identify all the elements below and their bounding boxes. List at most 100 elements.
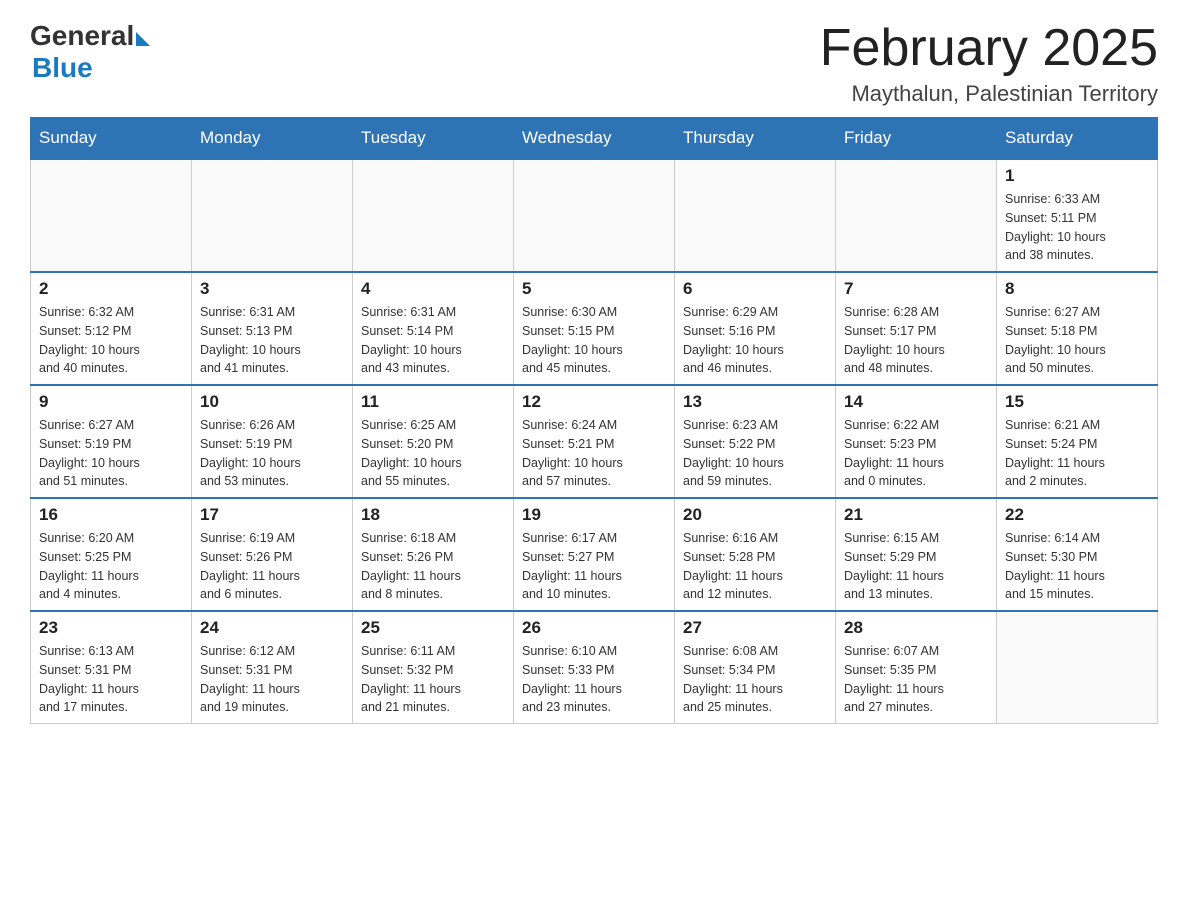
day-info: Sunrise: 6:20 AM Sunset: 5:25 PM Dayligh… (39, 529, 183, 604)
calendar-cell: 21 Sunrise: 6:15 AM Sunset: 5:29 PM Dayli… (836, 498, 997, 611)
day-number: 3 (200, 279, 344, 299)
day-number: 25 (361, 618, 505, 638)
calendar-cell: 7 Sunrise: 6:28 AM Sunset: 5:17 PM Daylig… (836, 272, 997, 385)
calendar-cell (192, 159, 353, 272)
location-title: Maythalun, Palestinian Territory (820, 81, 1158, 107)
month-title: February 2025 (820, 20, 1158, 77)
day-number: 9 (39, 392, 183, 412)
calendar-cell: 20 Sunrise: 6:16 AM Sunset: 5:28 PM Dayli… (675, 498, 836, 611)
day-info: Sunrise: 6:11 AM Sunset: 5:32 PM Dayligh… (361, 642, 505, 717)
calendar-header-friday: Friday (836, 118, 997, 160)
day-info: Sunrise: 6:24 AM Sunset: 5:21 PM Dayligh… (522, 416, 666, 491)
day-info: Sunrise: 6:33 AM Sunset: 5:11 PM Dayligh… (1005, 190, 1149, 265)
calendar-cell: 8 Sunrise: 6:27 AM Sunset: 5:18 PM Daylig… (997, 272, 1158, 385)
day-number: 10 (200, 392, 344, 412)
calendar-week-row-1: 2 Sunrise: 6:32 AM Sunset: 5:12 PM Daylig… (31, 272, 1158, 385)
day-number: 26 (522, 618, 666, 638)
day-info: Sunrise: 6:21 AM Sunset: 5:24 PM Dayligh… (1005, 416, 1149, 491)
day-info: Sunrise: 6:10 AM Sunset: 5:33 PM Dayligh… (522, 642, 666, 717)
calendar-cell: 5 Sunrise: 6:30 AM Sunset: 5:15 PM Daylig… (514, 272, 675, 385)
calendar-cell: 15 Sunrise: 6:21 AM Sunset: 5:24 PM Dayli… (997, 385, 1158, 498)
calendar-cell: 26 Sunrise: 6:10 AM Sunset: 5:33 PM Dayli… (514, 611, 675, 724)
logo-triangle-icon (136, 32, 150, 46)
day-info: Sunrise: 6:25 AM Sunset: 5:20 PM Dayligh… (361, 416, 505, 491)
day-info: Sunrise: 6:16 AM Sunset: 5:28 PM Dayligh… (683, 529, 827, 604)
logo-general-text: General (30, 20, 134, 52)
logo: General Blue (30, 20, 150, 84)
calendar-cell: 25 Sunrise: 6:11 AM Sunset: 5:32 PM Dayli… (353, 611, 514, 724)
day-info: Sunrise: 6:26 AM Sunset: 5:19 PM Dayligh… (200, 416, 344, 491)
day-info: Sunrise: 6:15 AM Sunset: 5:29 PM Dayligh… (844, 529, 988, 604)
calendar-week-row-0: 1 Sunrise: 6:33 AM Sunset: 5:11 PM Daylig… (31, 159, 1158, 272)
day-number: 18 (361, 505, 505, 525)
day-number: 22 (1005, 505, 1149, 525)
calendar-cell (31, 159, 192, 272)
day-info: Sunrise: 6:27 AM Sunset: 5:18 PM Dayligh… (1005, 303, 1149, 378)
calendar-cell: 18 Sunrise: 6:18 AM Sunset: 5:26 PM Dayli… (353, 498, 514, 611)
day-number: 1 (1005, 166, 1149, 186)
day-info: Sunrise: 6:14 AM Sunset: 5:30 PM Dayligh… (1005, 529, 1149, 604)
calendar-header-saturday: Saturday (997, 118, 1158, 160)
day-number: 14 (844, 392, 988, 412)
day-number: 27 (683, 618, 827, 638)
calendar-header-wednesday: Wednesday (514, 118, 675, 160)
calendar-table: SundayMondayTuesdayWednesdayThursdayFrid… (30, 117, 1158, 724)
calendar-cell (514, 159, 675, 272)
day-number: 13 (683, 392, 827, 412)
calendar-header-tuesday: Tuesday (353, 118, 514, 160)
calendar-cell: 27 Sunrise: 6:08 AM Sunset: 5:34 PM Dayli… (675, 611, 836, 724)
calendar-cell: 24 Sunrise: 6:12 AM Sunset: 5:31 PM Dayli… (192, 611, 353, 724)
day-info: Sunrise: 6:07 AM Sunset: 5:35 PM Dayligh… (844, 642, 988, 717)
title-section: February 2025 Maythalun, Palestinian Ter… (820, 20, 1158, 107)
day-info: Sunrise: 6:27 AM Sunset: 5:19 PM Dayligh… (39, 416, 183, 491)
day-info: Sunrise: 6:28 AM Sunset: 5:17 PM Dayligh… (844, 303, 988, 378)
day-number: 20 (683, 505, 827, 525)
calendar-cell: 12 Sunrise: 6:24 AM Sunset: 5:21 PM Dayli… (514, 385, 675, 498)
day-number: 8 (1005, 279, 1149, 299)
calendar-header-monday: Monday (192, 118, 353, 160)
calendar-cell (675, 159, 836, 272)
calendar-cell: 16Sunrise: 6:20 AM Sunset: 5:25 PM Dayli… (31, 498, 192, 611)
logo-blue-text: Blue (32, 52, 93, 83)
calendar-cell: 6 Sunrise: 6:29 AM Sunset: 5:16 PM Daylig… (675, 272, 836, 385)
day-number: 15 (1005, 392, 1149, 412)
day-info: Sunrise: 6:18 AM Sunset: 5:26 PM Dayligh… (361, 529, 505, 604)
day-info: Sunrise: 6:32 AM Sunset: 5:12 PM Dayligh… (39, 303, 183, 378)
calendar-cell: 2 Sunrise: 6:32 AM Sunset: 5:12 PM Daylig… (31, 272, 192, 385)
day-info: Sunrise: 6:12 AM Sunset: 5:31 PM Dayligh… (200, 642, 344, 717)
day-info: Sunrise: 6:13 AM Sunset: 5:31 PM Dayligh… (39, 642, 183, 717)
day-info: Sunrise: 6:31 AM Sunset: 5:13 PM Dayligh… (200, 303, 344, 378)
calendar-week-row-4: 23 Sunrise: 6:13 AM Sunset: 5:31 PM Dayli… (31, 611, 1158, 724)
day-number: 19 (522, 505, 666, 525)
day-info: Sunrise: 6:29 AM Sunset: 5:16 PM Dayligh… (683, 303, 827, 378)
calendar-header-sunday: Sunday (31, 118, 192, 160)
calendar-week-row-3: 16Sunrise: 6:20 AM Sunset: 5:25 PM Dayli… (31, 498, 1158, 611)
calendar-cell: 23 Sunrise: 6:13 AM Sunset: 5:31 PM Dayli… (31, 611, 192, 724)
day-info: Sunrise: 6:31 AM Sunset: 5:14 PM Dayligh… (361, 303, 505, 378)
day-number: 11 (361, 392, 505, 412)
day-info: Sunrise: 6:08 AM Sunset: 5:34 PM Dayligh… (683, 642, 827, 717)
calendar-cell: 14 Sunrise: 6:22 AM Sunset: 5:23 PM Dayli… (836, 385, 997, 498)
day-number: 21 (844, 505, 988, 525)
day-number: 5 (522, 279, 666, 299)
calendar-cell (353, 159, 514, 272)
day-number: 6 (683, 279, 827, 299)
day-number: 23 (39, 618, 183, 638)
day-info: Sunrise: 6:19 AM Sunset: 5:26 PM Dayligh… (200, 529, 344, 604)
day-number: 2 (39, 279, 183, 299)
day-info: Sunrise: 6:22 AM Sunset: 5:23 PM Dayligh… (844, 416, 988, 491)
day-info: Sunrise: 6:17 AM Sunset: 5:27 PM Dayligh… (522, 529, 666, 604)
day-info: Sunrise: 6:30 AM Sunset: 5:15 PM Dayligh… (522, 303, 666, 378)
calendar-cell: 10 Sunrise: 6:26 AM Sunset: 5:19 PM Dayli… (192, 385, 353, 498)
calendar-cell: 28 Sunrise: 6:07 AM Sunset: 5:35 PM Dayli… (836, 611, 997, 724)
day-number: 28 (844, 618, 988, 638)
calendar-cell: 19 Sunrise: 6:17 AM Sunset: 5:27 PM Dayli… (514, 498, 675, 611)
calendar-cell (997, 611, 1158, 724)
day-number: 4 (361, 279, 505, 299)
calendar-cell: 22 Sunrise: 6:14 AM Sunset: 5:30 PM Dayli… (997, 498, 1158, 611)
calendar-cell: 1 Sunrise: 6:33 AM Sunset: 5:11 PM Daylig… (997, 159, 1158, 272)
day-number: 12 (522, 392, 666, 412)
day-number: 7 (844, 279, 988, 299)
calendar-cell: 3 Sunrise: 6:31 AM Sunset: 5:13 PM Daylig… (192, 272, 353, 385)
day-number: 24 (200, 618, 344, 638)
